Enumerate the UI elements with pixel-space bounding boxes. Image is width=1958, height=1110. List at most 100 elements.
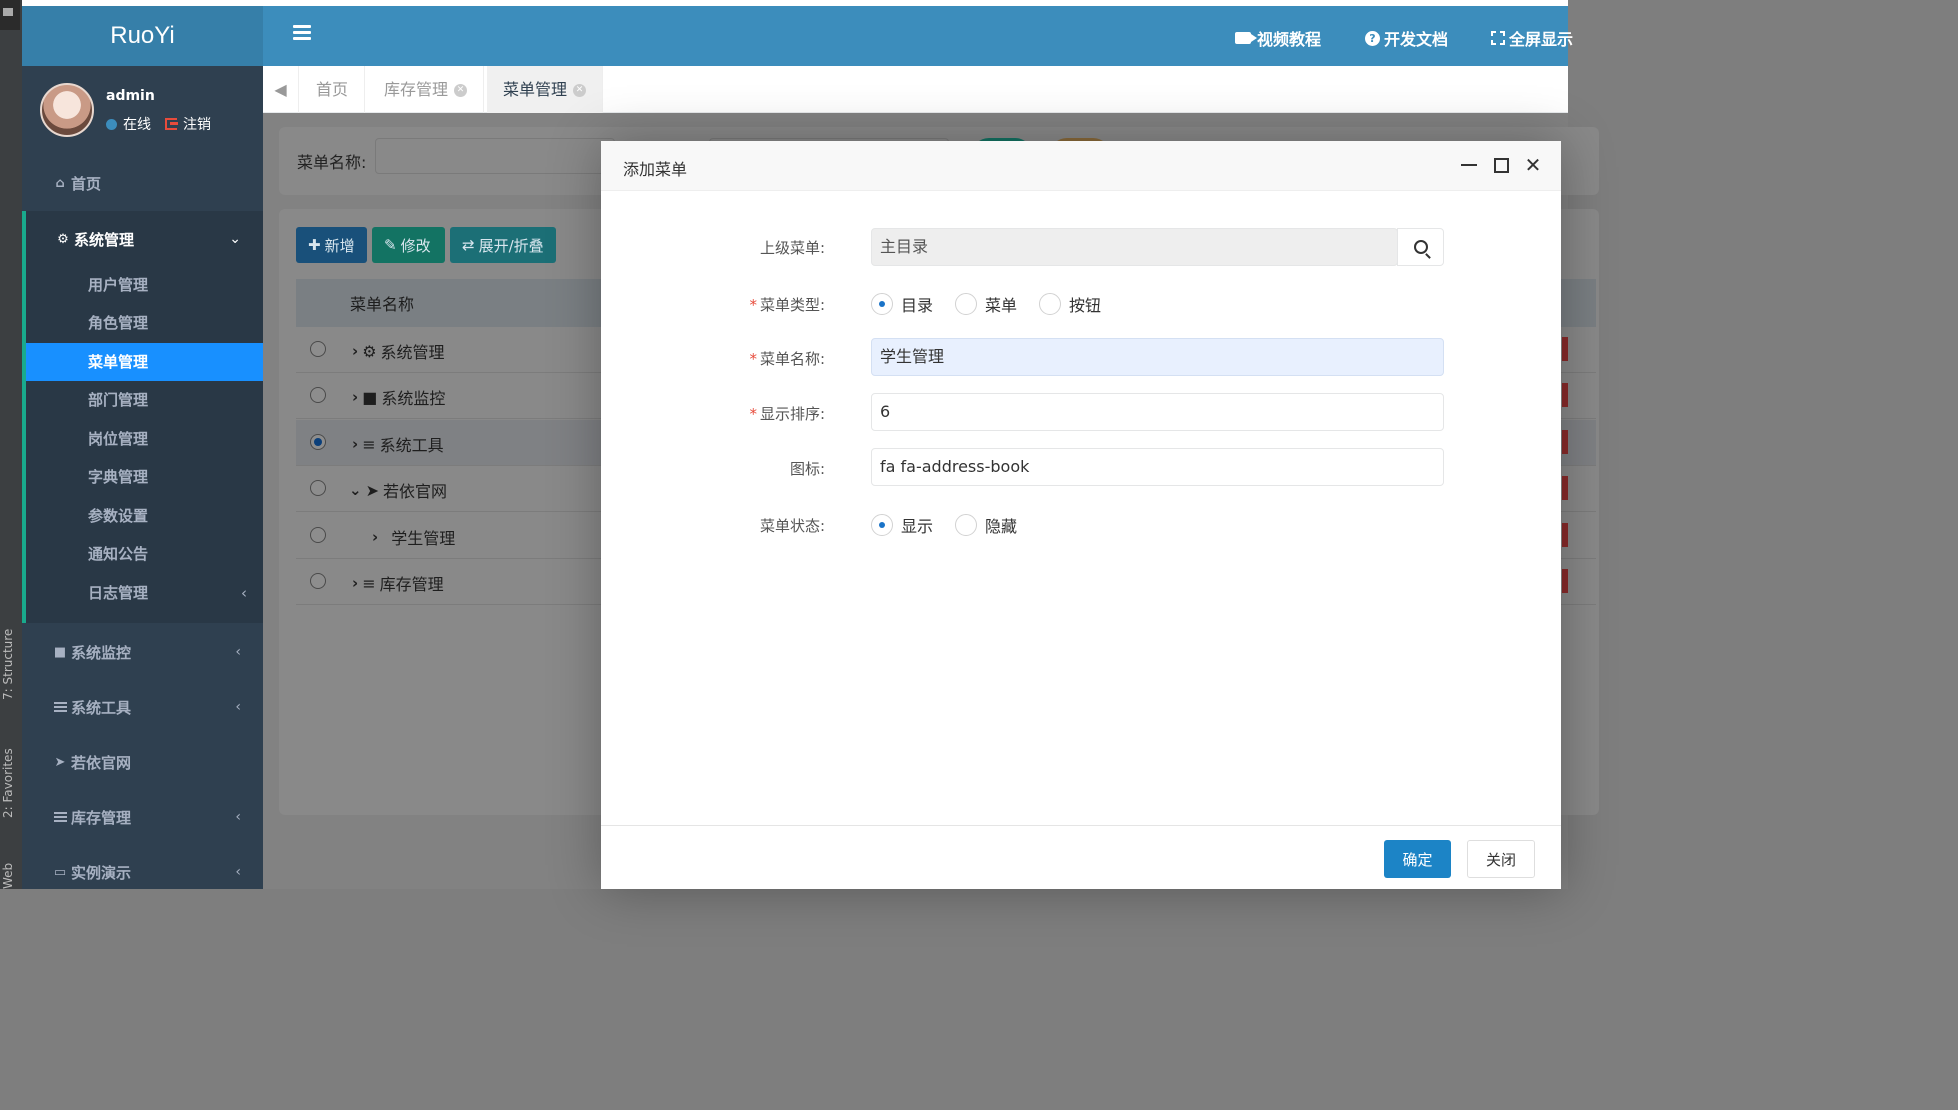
icon-input[interactable]: fa fa-address-book — [871, 448, 1444, 486]
maximize-icon[interactable] — [1491, 155, 1511, 175]
dev-docs-label: 开发文档 — [1384, 30, 1449, 49]
sidebar-item-label: 系统监控 — [71, 643, 132, 662]
close-icon[interactable]: ✕ — [454, 84, 468, 97]
sidebar-item-roles[interactable]: 角色管理 — [26, 304, 263, 342]
tab-label: 库存管理 — [384, 80, 449, 99]
fullscreen-link[interactable]: 全屏显示 — [1491, 26, 1573, 50]
radio-icon[interactable] — [871, 293, 893, 315]
minimize-icon[interactable] — [1459, 155, 1479, 175]
tab-inventory[interactable]: 库存管理 ✕ — [368, 66, 485, 113]
ide-folder-icon[interactable] — [0, 0, 20, 30]
dev-docs-link[interactable]: ? 开发文档 — [1365, 26, 1448, 50]
search-icon[interactable] — [1397, 228, 1444, 266]
chevron-right-icon[interactable]: › — [352, 342, 358, 360]
location-arrow-icon: ➤ — [54, 754, 66, 770]
status-option-show[interactable]: 显示 — [871, 513, 933, 537]
menu-status-label: 菜单状态: — [759, 517, 825, 535]
user-status: 在线 注销 — [106, 114, 211, 134]
radio-icon[interactable] — [955, 514, 978, 536]
sidebar-item-config[interactable]: 参数设置 — [26, 497, 263, 535]
chevron-right-icon[interactable]: › — [352, 435, 358, 453]
radio-icon[interactable] — [871, 514, 893, 536]
chevron-left-icon: ‹ — [235, 809, 241, 825]
bars-icon — [52, 702, 68, 712]
sidebar-item-menus[interactable]: 菜单管理 — [26, 343, 263, 381]
ide-structure-tab[interactable]: 7: Structure — [1, 629, 15, 700]
online-label: 在线 — [123, 117, 151, 133]
search-input[interactable] — [375, 138, 615, 174]
edit-label: 修改 — [400, 236, 431, 255]
edit-button[interactable]: ✎ 修改 — [372, 227, 445, 263]
add-button[interactable]: ✚ 新增 — [296, 227, 367, 263]
sign-out-icon[interactable] — [165, 118, 178, 130]
tab-home[interactable]: 首页 — [300, 66, 366, 113]
confirm-button[interactable]: 确定 — [1384, 840, 1451, 878]
type-option-directory[interactable]: 目录 — [871, 292, 933, 316]
plus-icon: ✚ — [308, 236, 321, 254]
dialog-header[interactable]: 添加菜单 ✕ — [601, 141, 1561, 191]
row-label: 系统监控 — [381, 389, 446, 408]
chevron-right-icon[interactable]: › — [352, 574, 358, 592]
row-name-cell: › ■ 系统监控 — [352, 385, 445, 409]
row-radio[interactable] — [310, 434, 326, 450]
question-circle-icon: ? — [1365, 30, 1380, 46]
option-label: 显示 — [901, 517, 934, 536]
app-logo[interactable]: RuoYi — [22, 6, 263, 66]
tab-menus[interactable]: 菜单管理 ✕ — [487, 66, 604, 113]
sidebar-item-tools[interactable]: 系统工具 ‹ — [22, 686, 263, 728]
order-input[interactable]: 6 — [871, 393, 1444, 431]
type-option-menu[interactable]: 菜单 — [955, 292, 1017, 316]
close-icon[interactable]: ✕ — [1523, 153, 1543, 177]
exchange-icon: ⇄ — [462, 236, 475, 254]
menu-toggle-icon[interactable] — [293, 25, 311, 43]
sidebar-item-label: 若依官网 — [71, 753, 132, 772]
video-tutorial-link[interactable]: 视频教程 — [1235, 26, 1321, 50]
ide-favorites-tab[interactable]: 2: Favorites — [1, 748, 15, 818]
sidebar-item-monitor[interactable]: ■ 系统监控 ‹ — [22, 631, 263, 673]
video-tutorial-label: 视频教程 — [1257, 30, 1322, 49]
chevron-right-icon[interactable]: › — [372, 528, 378, 546]
fullscreen-label: 全屏显示 — [1509, 30, 1574, 49]
sidebar-item-users[interactable]: 用户管理 — [26, 266, 263, 304]
sidebar-item-ruoyi[interactable]: ➤ 若依官网 — [22, 741, 263, 783]
sidebar-item-home[interactable]: ⌂ 首页 — [22, 164, 263, 202]
logout-link[interactable]: 注销 — [183, 114, 211, 134]
chevron-down-icon[interactable]: ⌄ — [349, 481, 362, 499]
edge-marker — [1562, 476, 1568, 500]
sidebar-item-logs[interactable]: 日志管理 ‹ — [26, 574, 263, 612]
row-radio[interactable] — [310, 387, 326, 403]
row-radio[interactable] — [310, 527, 326, 543]
radio-icon[interactable] — [955, 293, 978, 315]
row-label: 系统工具 — [379, 436, 444, 455]
menu-name-input[interactable]: 学生管理 — [871, 338, 1444, 376]
dialog-footer: 确定 关闭 — [601, 825, 1561, 889]
tab-scroll-left-icon[interactable]: ◀ — [263, 66, 299, 113]
parent-menu-input[interactable]: 主目录 — [871, 228, 1398, 266]
status-option-hide[interactable]: 隐藏 — [955, 513, 1017, 537]
radio-icon[interactable] — [1039, 293, 1062, 315]
video-camera-icon: ■ — [362, 387, 378, 407]
sidebar-item-notices[interactable]: 通知公告 — [26, 535, 263, 573]
ide-web-tab[interactable]: Web — [1, 863, 15, 889]
sidebar-item-demo[interactable]: ▭ 实例演示 ‹ — [22, 851, 263, 893]
type-option-button[interactable]: 按钮 — [1039, 292, 1101, 316]
edge-marker — [1562, 383, 1568, 407]
row-radio[interactable] — [310, 341, 326, 357]
expand-collapse-button[interactable]: ⇄ 展开/折叠 — [450, 227, 556, 263]
row-radio[interactable] — [310, 573, 326, 589]
sidebar-item-label: 库存管理 — [71, 808, 132, 827]
close-button[interactable]: 关闭 — [1467, 840, 1535, 878]
bars-icon — [52, 812, 68, 822]
search-label: 菜单名称: — [297, 153, 367, 172]
close-icon[interactable]: ✕ — [573, 84, 587, 97]
expand-label: 展开/折叠 — [478, 236, 544, 255]
sidebar-item-system[interactable]: ⚙ 系统管理 ⌄ — [22, 211, 263, 267]
top-header: 视频教程 ? 开发文档 全屏显示 — [263, 6, 1573, 66]
chevron-right-icon[interactable]: › — [352, 388, 358, 406]
sidebar-item-depts[interactable]: 部门管理 — [26, 381, 263, 419]
sidebar-item-inventory[interactable]: 库存管理 ‹ — [22, 796, 263, 838]
sidebar-item-posts[interactable]: 岗位管理 — [26, 420, 263, 458]
row-radio[interactable] — [310, 480, 326, 496]
avatar[interactable] — [40, 83, 94, 137]
sidebar-item-dicts[interactable]: 字典管理 — [26, 458, 263, 496]
